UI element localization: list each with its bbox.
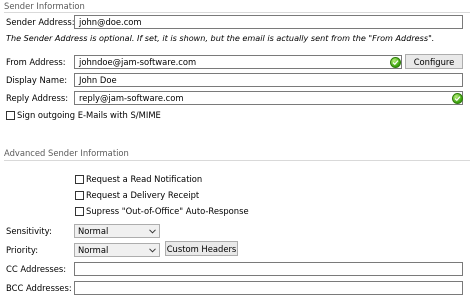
priority-value: Normal: [78, 245, 109, 255]
sender-address-note: The Sender Address is optional. If set, …: [6, 33, 435, 43]
suppress-ooo-option[interactable]: Supress "Out-of-Office" Auto-Response: [75, 206, 249, 216]
priority-select[interactable]: Normal: [74, 243, 160, 257]
reply-address-input[interactable]: reply@jam-software.com: [74, 91, 463, 105]
configure-button[interactable]: Configure: [405, 54, 463, 69]
custom-headers-button[interactable]: Custom Headers: [165, 241, 238, 256]
read-notification-label: Request a Read Notification: [86, 174, 203, 184]
bcc-addresses-label: BCC Addresses:: [6, 283, 72, 293]
sender-address-label: Sender Address:: [6, 17, 75, 27]
cc-addresses-input[interactable]: [74, 262, 463, 276]
smime-checkbox[interactable]: [6, 110, 15, 120]
delivery-receipt-checkbox[interactable]: [75, 190, 84, 200]
sensitivity-value: Normal: [78, 226, 109, 236]
sender-section-title: Sender Information: [4, 1, 85, 11]
priority-label: Priority:: [6, 245, 39, 255]
from-address-input[interactable]: johndoe@jam-software.com: [74, 55, 402, 69]
chevron-down-icon: [149, 247, 156, 253]
bcc-addresses-input[interactable]: [74, 281, 463, 295]
reply-address-valid-icon: [452, 93, 463, 104]
advanced-section-divider: [4, 160, 470, 161]
display-name-input[interactable]: John Doe: [74, 73, 463, 87]
delivery-receipt-label: Request a Delivery Receipt: [86, 190, 200, 200]
advanced-section-title: Advanced Sender Information: [4, 148, 129, 158]
from-address-valid-icon: [390, 57, 401, 68]
read-notification-checkbox[interactable]: [75, 174, 84, 184]
cc-addresses-label: CC Addresses:: [6, 264, 67, 274]
suppress-ooo-checkbox[interactable]: [75, 206, 84, 216]
delivery-receipt-option[interactable]: Request a Delivery Receipt: [75, 190, 199, 200]
smime-option[interactable]: Sign outgoing E-Mails with S/MIME: [6, 110, 161, 120]
sensitivity-label: Sensitivity:: [6, 226, 52, 236]
sender-section-divider: [4, 12, 470, 13]
suppress-ooo-label: Supress "Out-of-Office" Auto-Response: [86, 206, 249, 216]
sender-address-input[interactable]: john@doe.com: [74, 15, 463, 29]
sensitivity-select[interactable]: Normal: [74, 224, 160, 238]
smime-label: Sign outgoing E-Mails with S/MIME: [17, 110, 161, 120]
display-name-label: Display Name:: [6, 75, 68, 85]
chevron-down-icon: [149, 228, 156, 234]
reply-address-label: Reply Address:: [6, 93, 69, 103]
read-notification-option[interactable]: Request a Read Notification: [75, 174, 202, 184]
from-address-label: From Address:: [6, 57, 66, 67]
